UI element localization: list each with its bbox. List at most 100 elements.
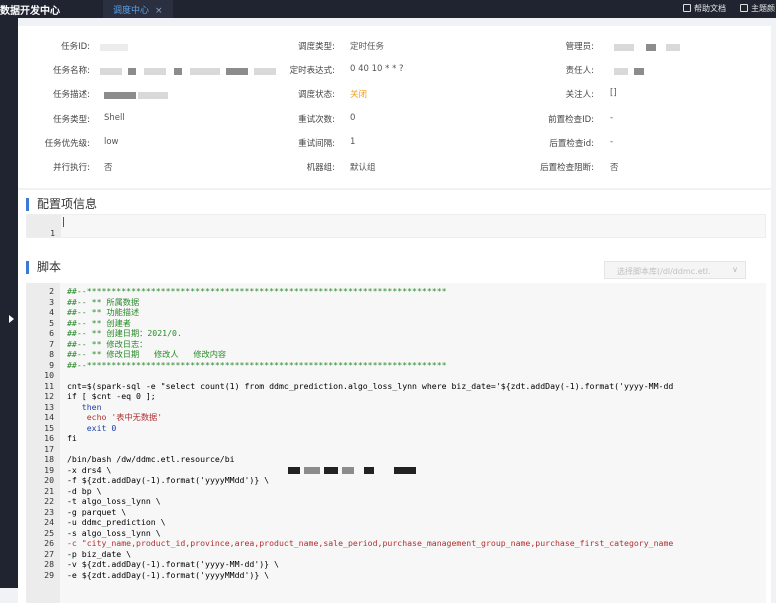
line-number: 28 (44, 559, 54, 569)
section-title: 配置项信息 (26, 198, 97, 211)
schedule-status-value: 关闭 (350, 90, 368, 100)
redacted-value (226, 68, 248, 75)
line-number: 20 (44, 475, 54, 485)
redacted-value (666, 44, 680, 51)
line-number: 14 (44, 412, 54, 422)
code-text: -c "city_name,product_id,province,area,p… (67, 538, 674, 548)
close-icon[interactable]: × (155, 6, 163, 16)
code-line: 15 exit 0 (26, 423, 766, 434)
redacted-value (342, 467, 354, 474)
help-docs-label: 帮助文档 (694, 4, 726, 13)
document-icon (683, 4, 691, 12)
code-text: exit 0 (67, 422, 117, 433)
code-line: 25 -s algo_loss_lynn \ (26, 528, 766, 539)
line-number: 15 (44, 422, 54, 433)
help-docs-link[interactable]: 帮助文档 (683, 3, 726, 14)
line-number: 17 (44, 443, 54, 454)
field-label: 任务ID: (61, 42, 90, 52)
code-line: 22 -t algo_loss_lynn \ (26, 496, 766, 507)
line-number: 5 (49, 317, 54, 328)
left-sidebar (0, 18, 18, 588)
field-label: 后置检查id: (549, 139, 594, 149)
code-text: ##-- ** 功能描述 (67, 307, 140, 317)
line-number: 11 (44, 380, 54, 391)
code-text: ##-- ** 所属数据 (67, 296, 140, 307)
field-value: [] (610, 88, 617, 98)
code-line: 13 then (26, 402, 766, 413)
field-label: 调度类型: (298, 42, 335, 52)
config-editor[interactable]: 1 (26, 214, 766, 238)
code-line: 2 ##--***********************************… (26, 286, 766, 297)
info-row: 任务ID: 调度类型: 定时任务 管理员: (18, 40, 771, 54)
code-text: ##-- ** 创建者 (67, 317, 131, 328)
line-number: 7 (49, 338, 54, 349)
redacted-value (190, 68, 220, 75)
line-number: 26 (44, 538, 54, 548)
redacted-value (100, 68, 122, 75)
field-value: - (610, 137, 614, 147)
code-line: 5 ##-- ** 创建者 (26, 318, 766, 329)
line-number: 1 (50, 227, 55, 238)
tab-scheduling-center[interactable]: 调度中心 × (103, 0, 173, 18)
info-row: 任务描述: 调度状态: 关闭 关注人: [] (18, 88, 771, 102)
line-number: 3 (49, 296, 54, 307)
code-line: 21 -d bp \ (26, 486, 766, 497)
code-line: 9 ##--***********************************… (26, 360, 766, 371)
field-value: 否 (104, 163, 113, 173)
line-number: 23 (44, 506, 54, 517)
line-number: 19 (44, 464, 54, 475)
script-repo-select[interactable]: 选择脚本库(/dl/ddmc.etl. ∨ (604, 261, 746, 279)
code-text: then (67, 401, 102, 412)
code-line: 10 (26, 370, 766, 381)
code-text: /bin/bash /dw/ddmc.etl.resource/bi (67, 454, 235, 464)
line-number: 6 (49, 328, 54, 338)
redacted-value (324, 467, 338, 474)
code-text: ##-- ** 创建日期：2021/0. (67, 328, 182, 338)
line-number: 9 (49, 359, 54, 370)
redacted-value (646, 44, 656, 51)
config-card: 配置项信息 1 (18, 190, 771, 254)
code-line: 24 -u ddmc_prediction \ (26, 517, 766, 528)
code-line: 11 cnt=$(spark-sql -e "select count(1) fr… (26, 381, 766, 392)
field-value: 0 40 10 * * ? (350, 64, 404, 74)
code-line: 14 echo '表中无数据' (26, 412, 766, 423)
code-line: 18/bin/bash /dw/ddmc.etl.resource/bi (26, 454, 766, 465)
redacted-value (634, 68, 644, 75)
field-label: 机器组: (306, 163, 335, 173)
field-value: - (610, 113, 614, 123)
field-value: 1 (350, 137, 356, 147)
code-text: fi (67, 433, 77, 443)
code-text: -s algo_loss_lynn \ (67, 527, 161, 538)
theme-color-button[interactable]: 主题颜 (740, 3, 775, 14)
field-label: 前置检查ID: (548, 115, 594, 125)
app-title: 数据开发中心 (0, 6, 60, 17)
field-label: 并行执行: (53, 163, 90, 173)
main-content: 任务ID: 调度类型: 定时任务 管理员: 任务名称: 定时表达式: 0 40 … (18, 18, 776, 603)
expand-sidebar-icon[interactable] (9, 315, 14, 323)
line-number: 12 (44, 391, 54, 401)
code-text: ##--************************************… (67, 359, 447, 370)
redacted-value (128, 68, 136, 75)
redacted-value (144, 68, 166, 75)
shirt-icon (740, 4, 748, 12)
code-text: -d bp \ (67, 485, 102, 496)
code-line: 4 ##-- ** 功能描述 (26, 307, 766, 318)
field-value: Shell (104, 113, 125, 123)
field-label: 后置检查阻断: (540, 163, 594, 173)
redacted-value (104, 92, 136, 99)
line-number: 22 (44, 496, 54, 506)
info-row: 任务名称: 定时表达式: 0 40 10 * * ? 责任人: (18, 64, 771, 78)
theme-color-label: 主题颜 (751, 4, 775, 13)
redacted-value (614, 68, 628, 75)
line-number: 8 (49, 349, 54, 359)
line-number: 10 (44, 370, 54, 380)
script-editor[interactable]: 2 ##--***********************************… (26, 283, 766, 603)
field-label: 重试次数: (298, 115, 335, 125)
select-placeholder: 选择脚本库(/dl/ddmc.etl. (617, 267, 711, 276)
field-label: 任务名称: (53, 66, 90, 76)
code-line: 26 -c "city_name,product_id,province,area… (26, 538, 766, 549)
code-line: 23 -g parquet \ (26, 507, 766, 518)
task-info-card: 任务ID: 调度类型: 定时任务 管理员: 任务名称: 定时表达式: 0 40 … (18, 26, 771, 188)
top-bar: 数据开发中心 调度中心 × 帮助文档 主题颜 (0, 0, 776, 18)
code-text: ##-- ** 修改日期 修改人 修改内容 (67, 349, 227, 359)
